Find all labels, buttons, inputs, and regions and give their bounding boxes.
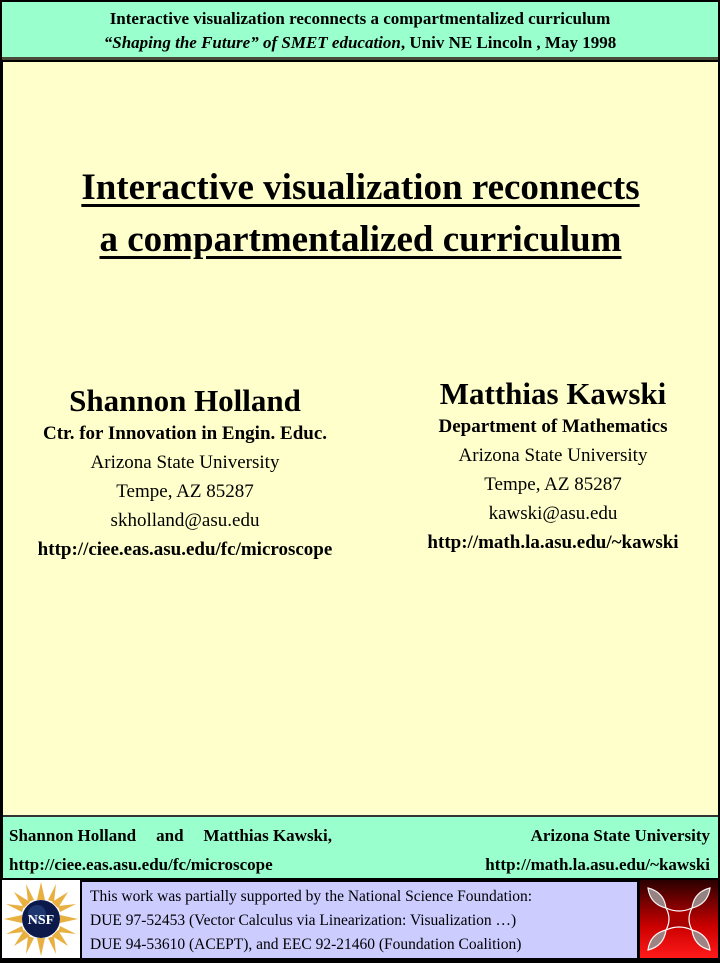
author-name: Shannon Holland [69, 383, 301, 418]
author-block-holland: Shannon Holland Ctr. for Innovation in E… [0, 382, 375, 564]
conference-name: “Shaping the Future” of SMET education [103, 33, 401, 52]
author-university: Arizona State University [458, 445, 648, 466]
author-city: Tempe, AZ 85287 [116, 481, 254, 502]
author-url[interactable]: http://ciee.eas.asu.edu/fc/microscope [0, 535, 375, 564]
title-line-2: a compartmentalized curriculum [99, 219, 622, 260]
svg-text:NSF: NSF [28, 913, 54, 928]
footer-name-2: Matthias Kawski, [203, 826, 332, 845]
conference-location: , Univ NE Lincoln , May 1998 [400, 33, 617, 52]
author-city: Tempe, AZ 85287 [484, 474, 622, 495]
footer-university: Arizona State University [530, 826, 710, 845]
foundation-coalition-logo-icon [640, 880, 718, 958]
grant-text: This work was partially supported by the… [82, 882, 637, 958]
header-title: Interactive visualization reconnects a c… [109, 9, 611, 28]
grant-line-1: This work was partially supported by the… [90, 888, 533, 905]
header-banner: Interactive visualization reconnects a c… [2, 2, 718, 60]
author-url[interactable]: http://math.la.asu.edu/~kawski [383, 528, 720, 557]
grant-line-3: DUE 94-53610 (ACEPT), and EEC 92-21460 (… [90, 936, 522, 953]
page-title: Interactive visualization reconnects a c… [3, 162, 718, 266]
author-dept: Department of Mathematics [438, 416, 668, 437]
main-panel: Interactive visualization reconnects a c… [3, 62, 718, 815]
footer-name-1: Shannon Holland [9, 826, 137, 845]
footer-banner: Shannon Holland and Matthias Kawski, Arizo… [3, 815, 718, 878]
nsf-logo-icon: NSF [2, 880, 80, 958]
title-line-1: Interactive visualization reconnects [81, 167, 640, 208]
header-subtitle: “Shaping the Future” of SMET education, … [2, 31, 718, 55]
footer-authors: Shannon Holland and Matthias Kawski, [9, 826, 352, 846]
author-email[interactable]: kawski@asu.edu [383, 499, 720, 528]
author-email[interactable]: skholland@asu.edu [0, 506, 375, 535]
author-university: Arizona State University [90, 452, 280, 473]
author-name: Matthias Kawski [439, 376, 667, 411]
footer-and: and [156, 826, 184, 845]
footer-url-2[interactable]: http://math.la.asu.edu/~kawski [485, 855, 710, 875]
author-dept: Ctr. for Innovation in Engin. Educ. [42, 423, 328, 444]
grant-bar: NSF This work was partially supported by… [0, 878, 720, 960]
footer-url-1[interactable]: http://ciee.eas.asu.edu/fc/microscope [9, 855, 273, 875]
grant-line-2: DUE 97-52453 (Vector Calculus via Linear… [90, 912, 517, 929]
author-block-kawski: Matthias Kawski Department of Mathematic… [383, 375, 720, 557]
